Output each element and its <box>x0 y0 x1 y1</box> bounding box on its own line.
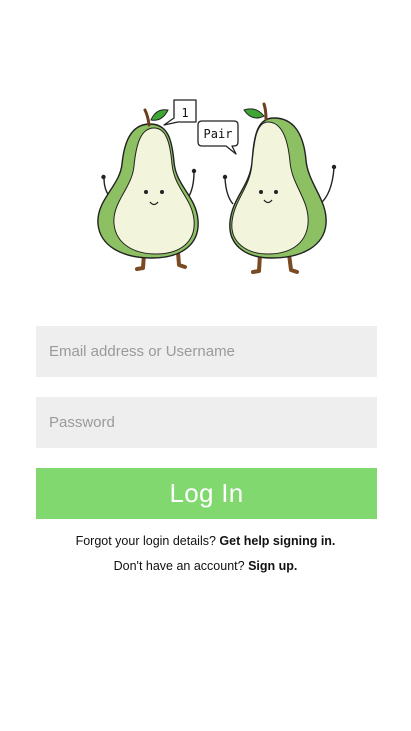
email-username-input[interactable] <box>36 326 377 377</box>
sign-up-link[interactable]: Sign up. <box>248 559 297 573</box>
left-pear-illustration <box>97 108 199 271</box>
speech-bubble-right-text: Pair <box>204 127 233 141</box>
speech-bubble-right: Pair <box>197 120 239 155</box>
signup-text: Don't have an account? <box>113 559 245 573</box>
get-help-link[interactable]: Get help signing in. <box>219 534 335 548</box>
right-pear-illustration <box>222 102 337 274</box>
signup-line: Don't have an account? Sign up. <box>0 559 411 573</box>
speech-bubble-left: 1 <box>163 99 197 126</box>
pair-logo: 1 Pair <box>97 99 337 274</box>
forgot-login-line: Forgot your login details? Get help sign… <box>0 534 411 548</box>
login-button[interactable]: Log In <box>36 468 377 519</box>
password-input[interactable] <box>36 397 377 448</box>
forgot-login-text: Forgot your login details? <box>75 534 216 548</box>
speech-bubble-left-text: 1 <box>181 106 188 120</box>
